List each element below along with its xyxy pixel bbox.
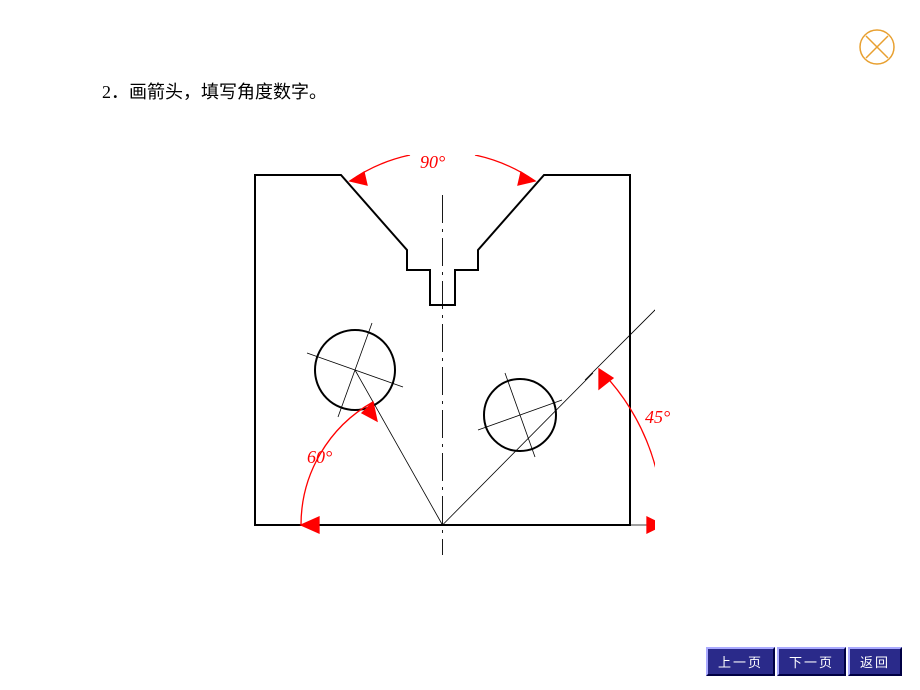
nav-bar: 上一页 下一页 返回	[706, 647, 902, 676]
next-button[interactable]: 下一页	[777, 647, 846, 676]
technical-diagram: 90° 60° 45°	[235, 155, 655, 575]
angle-60-label: 60°	[307, 447, 332, 468]
prev-button[interactable]: 上一页	[706, 647, 775, 676]
back-button[interactable]: 返回	[848, 647, 902, 676]
angle-45-label: 45°	[645, 407, 670, 428]
close-icon[interactable]	[858, 28, 896, 66]
instruction-text: 2．画箭头，填写角度数字。	[102, 78, 327, 104]
angle-90-label: 90°	[420, 152, 445, 173]
